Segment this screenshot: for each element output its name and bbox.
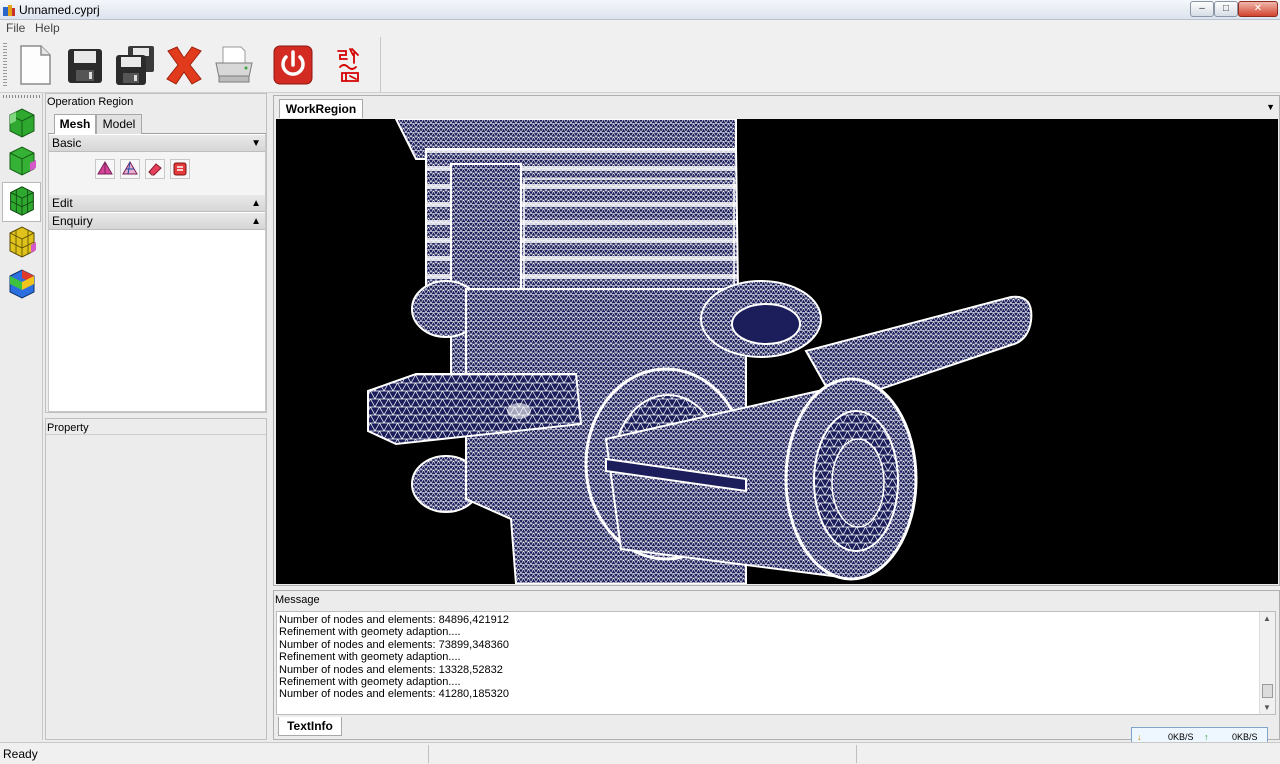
section-basic-label: Basic <box>52 136 82 150</box>
message-log[interactable]: Number of nodes and elements: 84896,4219… <box>276 611 1276 715</box>
save-icon[interactable] <box>64 43 106 87</box>
toolbar-grip[interactable] <box>3 43 7 87</box>
operation-tabs: Mesh Model <box>48 114 266 134</box>
mesh-render <box>367 119 1033 584</box>
module-strip <box>0 93 43 740</box>
dropdown-arrow-icon[interactable]: ▼ <box>1266 102 1275 112</box>
section-enquiry-label: Enquiry <box>52 214 93 228</box>
module-mesh-quality-icon[interactable] <box>2 223 41 263</box>
operation-region-panel: Operation Region Mesh Model Basic ▼ Edit… <box>45 93 267 413</box>
window-title: Unnamed.cyprj <box>19 3 100 17</box>
module-result-icon[interactable] <box>2 264 41 304</box>
property-panel: Property <box>45 418 267 740</box>
message-line: Number of nodes and elements: 73899,3483… <box>279 638 509 651</box>
close-button[interactable]: ✕ <box>1238 1 1278 17</box>
toolbar <box>0 37 1280 93</box>
surface-mesh-icon[interactable] <box>120 159 140 179</box>
message-line: Number of nodes and elements: 41280,1853… <box>279 688 509 701</box>
basic-tools <box>49 152 265 195</box>
maximize-button[interactable]: □ <box>1214 1 1238 17</box>
message-header: Message <box>275 594 320 606</box>
new-file-icon[interactable] <box>14 43 56 87</box>
operation-region-header: Operation Region <box>47 96 134 108</box>
exit-icon[interactable] <box>272 43 314 87</box>
work-region: WorkRegion ▼ <box>273 95 1280 586</box>
scrollbar-thumb[interactable] <box>1262 684 1273 698</box>
message-line: Refinement with geomety adaption.... <box>279 626 461 639</box>
section-edit-label: Edit <box>52 196 73 210</box>
section-basic[interactable]: Basic ▼ <box>49 135 265 152</box>
tetra-mesh-icon[interactable] <box>95 159 115 179</box>
operation-body: Basic ▼ Edit ▲ Enquiry ▲ <box>48 134 266 412</box>
status-separator <box>428 745 429 763</box>
title-bar: Unnamed.cyprj – □ ✕ <box>0 0 1280 20</box>
section-enquiry[interactable]: Enquiry ▲ <box>49 213 265 230</box>
message-scrollbar[interactable]: ▲ ▼ <box>1259 612 1275 714</box>
message-line: Refinement with geomety adaption.... <box>279 651 461 664</box>
status-text: Ready <box>3 747 38 761</box>
menu-help[interactable]: Help <box>35 21 60 35</box>
module-geometry-icon[interactable] <box>2 101 41 141</box>
tab-mesh[interactable]: Mesh <box>54 114 96 134</box>
message-line: Number of nodes and elements: 84896,4219… <box>279 614 509 626</box>
tab-model[interactable]: Model <box>96 114 142 134</box>
message-line: Refinement with geomety adaption.... <box>279 676 461 689</box>
message-line: Number of nodes and elements: 13328,5283… <box>279 663 503 676</box>
app-icon <box>3 5 15 16</box>
scroll-down-icon[interactable]: ▼ <box>1263 703 1271 712</box>
expand-arrow-icon: ▲ <box>251 216 261 227</box>
menu-file[interactable]: File <box>6 21 25 35</box>
property-header: Property <box>47 422 89 434</box>
expand-arrow-icon: ▲ <box>251 198 261 209</box>
property-divider <box>46 434 266 435</box>
message-panel: Message Number of nodes and elements: 84… <box>273 590 1280 740</box>
toolbar-separator <box>380 37 381 93</box>
delete-icon[interactable] <box>163 43 205 87</box>
print-icon[interactable] <box>213 43 255 87</box>
eraser-icon[interactable] <box>145 159 165 179</box>
status-bar: Ready <box>0 742 1280 764</box>
module-surface-icon[interactable] <box>2 141 41 181</box>
refine-icon[interactable] <box>170 159 190 179</box>
section-edit[interactable]: Edit ▲ <box>49 195 265 212</box>
message-lines: Number of nodes and elements: 84896,4219… <box>279 614 509 701</box>
tab-workregion[interactable]: WorkRegion <box>279 99 363 118</box>
tab-textinfo[interactable]: TextInfo <box>278 717 342 736</box>
status-separator <box>856 745 857 763</box>
scroll-up-icon[interactable]: ▲ <box>1263 614 1271 623</box>
save-as-icon[interactable] <box>114 43 156 87</box>
module-mesh-icon[interactable] <box>2 182 41 222</box>
collapse-arrow-icon: ▼ <box>251 138 261 149</box>
3d-viewport[interactable] <box>276 119 1278 584</box>
minimize-button[interactable]: – <box>1190 1 1214 17</box>
signature-logo <box>337 48 359 82</box>
module-strip-grip <box>3 95 40 98</box>
menu-bar: File Help <box>0 20 1280 37</box>
